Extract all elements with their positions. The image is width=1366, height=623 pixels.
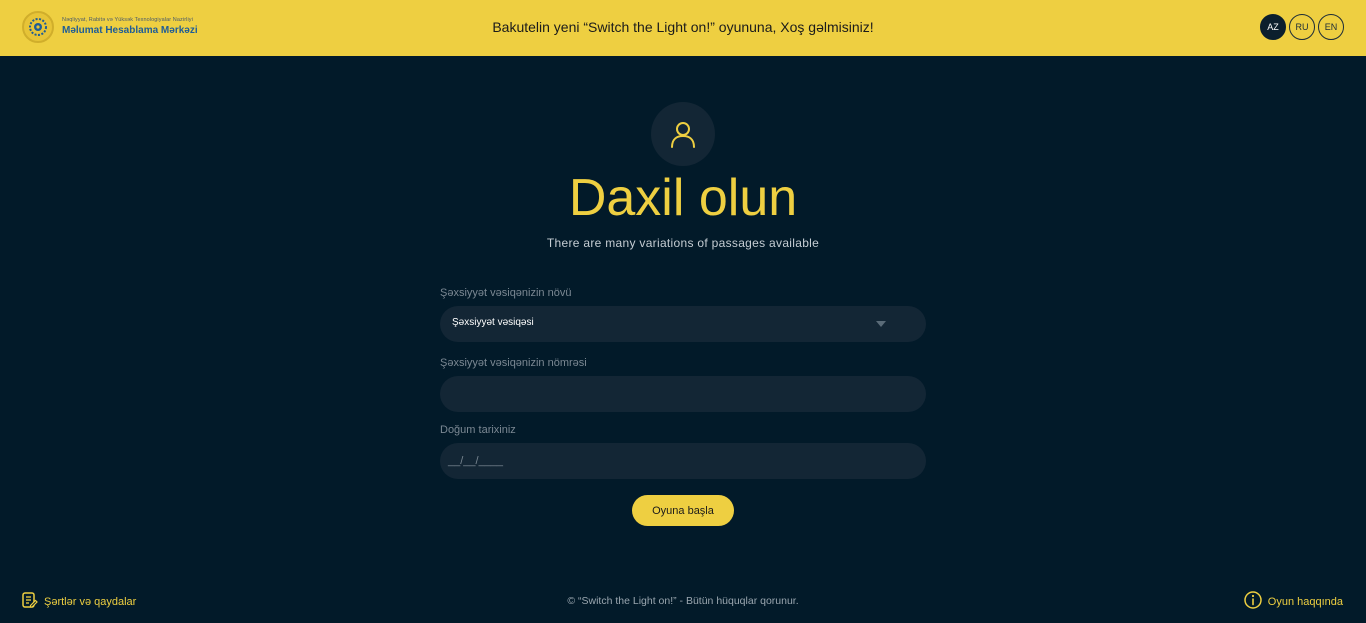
chevron-down-icon xyxy=(876,321,886,327)
birth-date-input[interactable]: __/__/____ xyxy=(440,443,926,479)
doc-type-select[interactable]: Şəxsiyyət vəsiqəsi xyxy=(440,306,926,342)
about-link[interactable]: Oyun haqqında xyxy=(1244,591,1343,612)
user-icon xyxy=(651,102,715,166)
header-bar: Nəqliyyat, Rabitə və Yüksək Texnologiyal… xyxy=(0,0,1366,56)
copyright-text: © “Switch the Light on!” - Bütün hüquqla… xyxy=(567,595,799,607)
page-title: Daxil olun xyxy=(568,169,798,227)
welcome-message: Bakutelin yeni “Switch the Light on!” oy… xyxy=(492,19,874,35)
doc-number-input[interactable] xyxy=(440,376,926,412)
page-subtitle: There are many variations of passages av… xyxy=(546,236,820,250)
language-ru-button[interactable]: RU xyxy=(1289,14,1315,40)
info-icon xyxy=(1244,591,1262,612)
birth-date-placeholder: __/__/____ xyxy=(448,455,504,467)
about-link-label: Oyun haqqında xyxy=(1267,595,1343,608)
language-switcher: AZ RU EN xyxy=(1260,14,1344,40)
start-game-button[interactable]: Oyuna başla xyxy=(632,495,734,526)
doc-type-value: Şəxsiyyət vəsiqəsi xyxy=(452,317,534,328)
doc-type-label: Şəxsiyyət vəsiqənizin növü xyxy=(440,287,572,299)
birth-date-label: Doğum tarixiniz xyxy=(440,424,516,436)
language-en-button[interactable]: EN xyxy=(1318,14,1344,40)
doc-number-label: Şəxsiyyət vəsiqənizin nömrəsi xyxy=(440,357,587,369)
language-az-button[interactable]: AZ xyxy=(1260,14,1286,40)
